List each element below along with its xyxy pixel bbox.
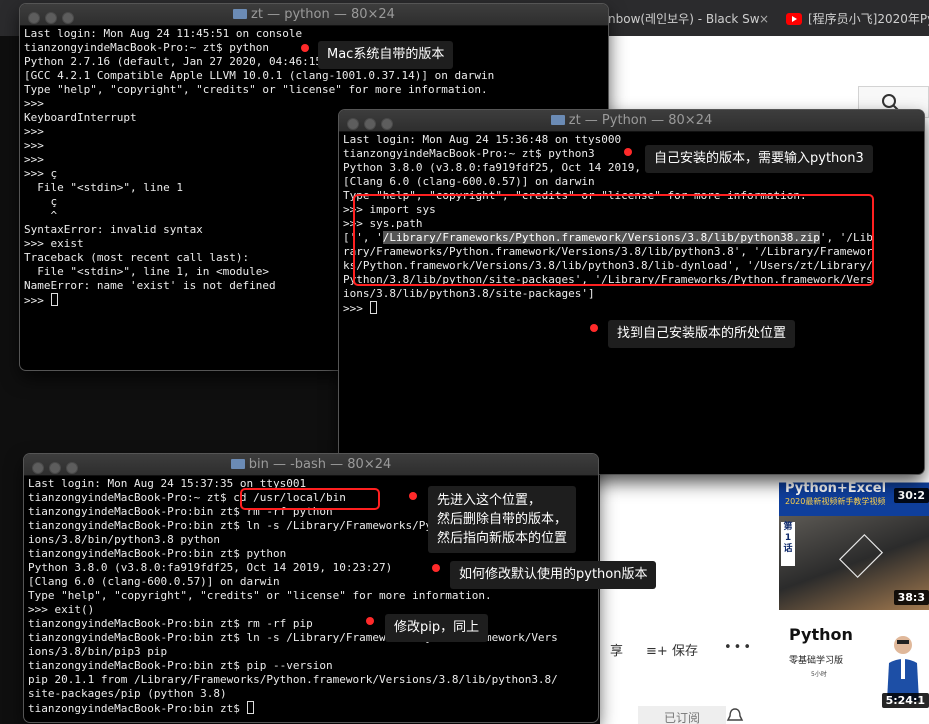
- terminal-line: tianzongyindeMacBook-Pro:~ zt$ python3: [343, 147, 595, 160]
- terminal-cursor: [50, 293, 58, 306]
- terminal-line: File "<stdin>", line 1, in <module>: [24, 265, 270, 278]
- home-folder-icon: [233, 9, 248, 19]
- terminal-line: Python 3.8.0 (v3.8.0:fa919fdf25, Oct 14 …: [28, 561, 393, 574]
- terminal-line: ions/3.8/bin/python3.8 python: [28, 533, 221, 546]
- terminal-title: zt — Python — 80×24: [339, 113, 924, 128]
- terminal-title: bin — -bash — 80×24: [24, 457, 598, 472]
- annotation-mac-builtin: Mac系统自带的版本: [318, 41, 454, 69]
- terminal-line: Last login: Mon Aug 24 15:36:48 on ttys0…: [343, 133, 622, 146]
- subscribed-button[interactable]: 已订阅: [638, 706, 726, 724]
- terminal-titlebar[interactable]: zt — python — 80×24: [20, 4, 608, 26]
- terminal-line: >>> exit(): [28, 603, 95, 616]
- terminal-line: >>> exist: [24, 237, 84, 250]
- terminal-line: pip 20.1.1 from /Library/Frameworks/Pyth…: [28, 673, 558, 686]
- terminal-title-text: bin — -bash — 80×24: [248, 457, 392, 472]
- thumbnail-title: Python: [789, 625, 853, 644]
- more-actions-button[interactable]: •••: [724, 640, 753, 655]
- related-video-thumbnail[interactable]: Python 零基础学习版 5小时 5:24:1: [779, 619, 929, 724]
- terminal-line: >>>: [24, 139, 51, 152]
- annotation-find-location: 找到自己安装版本的所处位置: [608, 320, 796, 348]
- terminal-line: tianzongyindeMacBook-Pro:bin zt$ rm -rf …: [28, 617, 313, 630]
- terminal-line: KeyboardInterrupt: [24, 111, 137, 124]
- annotation-steps: 先进入这个位置， 然后删除自带的版本， 然后指向新版本的位置: [428, 486, 577, 553]
- thumbnail-subtitle: 零基础学习版: [789, 656, 844, 666]
- terminal-line: Type "help", "copyright", "credits" or "…: [24, 83, 488, 96]
- browser-tab-1-label: nbow(레인보우) - Black Sw: [608, 12, 760, 26]
- terminal-output[interactable]: Last login: Mon Aug 24 15:36:48 on ttys0…: [339, 132, 924, 474]
- playlist-add-icon: ≡+: [646, 644, 668, 659]
- annotation-modify-pip: 修改pip，同上: [385, 614, 489, 642]
- terminal-line: Type "help", "copyright", "credits" or "…: [28, 589, 492, 602]
- terminal-line: NameError: name 'exist' is not defined: [24, 279, 276, 292]
- folder-icon: [230, 459, 245, 469]
- terminal-cursor: [369, 301, 377, 314]
- terminal-line: tianzongyindeMacBook-Pro:~ zt$ python: [24, 41, 270, 54]
- terminal-line: tianzongyindeMacBook-Pro:bin zt$ pip --v…: [28, 659, 333, 672]
- terminal-line: Last login: Mon Aug 24 11:45:51 on conso…: [24, 27, 303, 40]
- cd-command-highlight-box: [240, 488, 380, 510]
- terminal-line: SyntaxError: invalid syntax: [24, 223, 203, 236]
- video-duration: 5:24:1: [881, 693, 929, 708]
- terminal-line: >>>: [24, 97, 51, 110]
- home-folder-icon: [550, 115, 565, 125]
- annotation-change-default: 如何修改默认使用的python版本: [450, 561, 657, 589]
- annotation-marker: [366, 617, 374, 625]
- annotation-marker: [624, 148, 632, 156]
- terminal-line: Traceback (most recent call last):: [24, 251, 250, 264]
- terminal-line: File "<stdin>", line 1: [24, 181, 183, 194]
- terminal-line: >>>: [24, 153, 51, 166]
- annotation-self-installed: 自己安装的版本，需要输入python3: [645, 145, 873, 173]
- terminal-line: ^: [24, 209, 58, 222]
- episode-badge: 第1话: [781, 522, 795, 566]
- terminal-titlebar[interactable]: bin — -bash — 80×24: [24, 454, 598, 476]
- browser-tab-1[interactable]: nbow(레인보우) - Black Sw ×: [600, 6, 775, 32]
- youtube-icon: [786, 13, 802, 25]
- terminal-line: ç: [24, 195, 58, 208]
- terminal-line: [Clang 6.0 (clang-600.0.57)] on darwin: [343, 175, 595, 188]
- browser-tab-2[interactable]: [程序员小飞]2020年Py: [780, 6, 929, 32]
- terminal-line: tianzongyindeMacBook-Pro:bin zt$: [28, 701, 254, 715]
- terminal-title: zt — python — 80×24: [20, 7, 608, 22]
- save-button[interactable]: ≡+ 保存: [646, 640, 698, 659]
- terminal-line: >>>: [24, 125, 51, 138]
- annotation-marker: [432, 564, 440, 572]
- terminal-line: [GCC 4.2.1 Compatible Apple LLVM 10.0.1 …: [24, 69, 495, 82]
- browser-tab-2-label: [程序员小飞]2020年Py: [808, 12, 929, 26]
- terminal-title-text: zt — python — 80×24: [251, 7, 395, 22]
- close-icon[interactable]: ×: [759, 6, 769, 32]
- bell-icon[interactable]: [726, 708, 744, 724]
- terminal-titlebar[interactable]: zt — Python — 80×24: [339, 110, 924, 132]
- annotation-marker: [590, 324, 598, 332]
- terminal-title-text: zt — Python — 80×24: [568, 113, 713, 128]
- terminal-line: site-packages/pip (python 3.8): [28, 687, 227, 700]
- thumbnail-title: Python+Excel: [785, 481, 887, 496]
- save-label: 保存: [671, 644, 698, 659]
- annotation-marker: [301, 44, 309, 52]
- terminal-line: >>> ç: [24, 167, 58, 180]
- terminal-line: >>>: [343, 301, 377, 315]
- video-duration: 30:2: [893, 488, 929, 503]
- terminal-line: >>>: [24, 293, 58, 307]
- annotation-marker: [409, 492, 417, 500]
- terminal-line: [Clang 6.0 (clang-600.0.57)] on darwin: [28, 575, 280, 588]
- sys-path-highlight-box: [353, 194, 874, 286]
- terminal-line: Python 2.7.16 (default, Jan 27 2020, 04:…: [24, 55, 329, 68]
- related-video-thumbnail[interactable]: 第1话 38:3: [779, 516, 929, 610]
- terminal-line: tianzongyindeMacBook-Pro:bin zt$ python: [28, 547, 287, 560]
- share-button[interactable]: 享: [610, 640, 623, 659]
- video-duration: 38:3: [893, 590, 929, 605]
- terminal-line: ions/3.8/lib/python3.8/site-packages']: [343, 287, 595, 300]
- terminal-line: ions/3.8/bin/pip3 pip: [28, 645, 168, 658]
- thumbnail-meta: 5小时: [811, 671, 827, 678]
- terminal-cursor: [246, 701, 254, 714]
- thumbnail-artwork: [838, 533, 884, 579]
- presenter-image: [887, 636, 919, 701]
- thumbnail-subtitle: 2020最新视频新手教学视频: [785, 497, 886, 506]
